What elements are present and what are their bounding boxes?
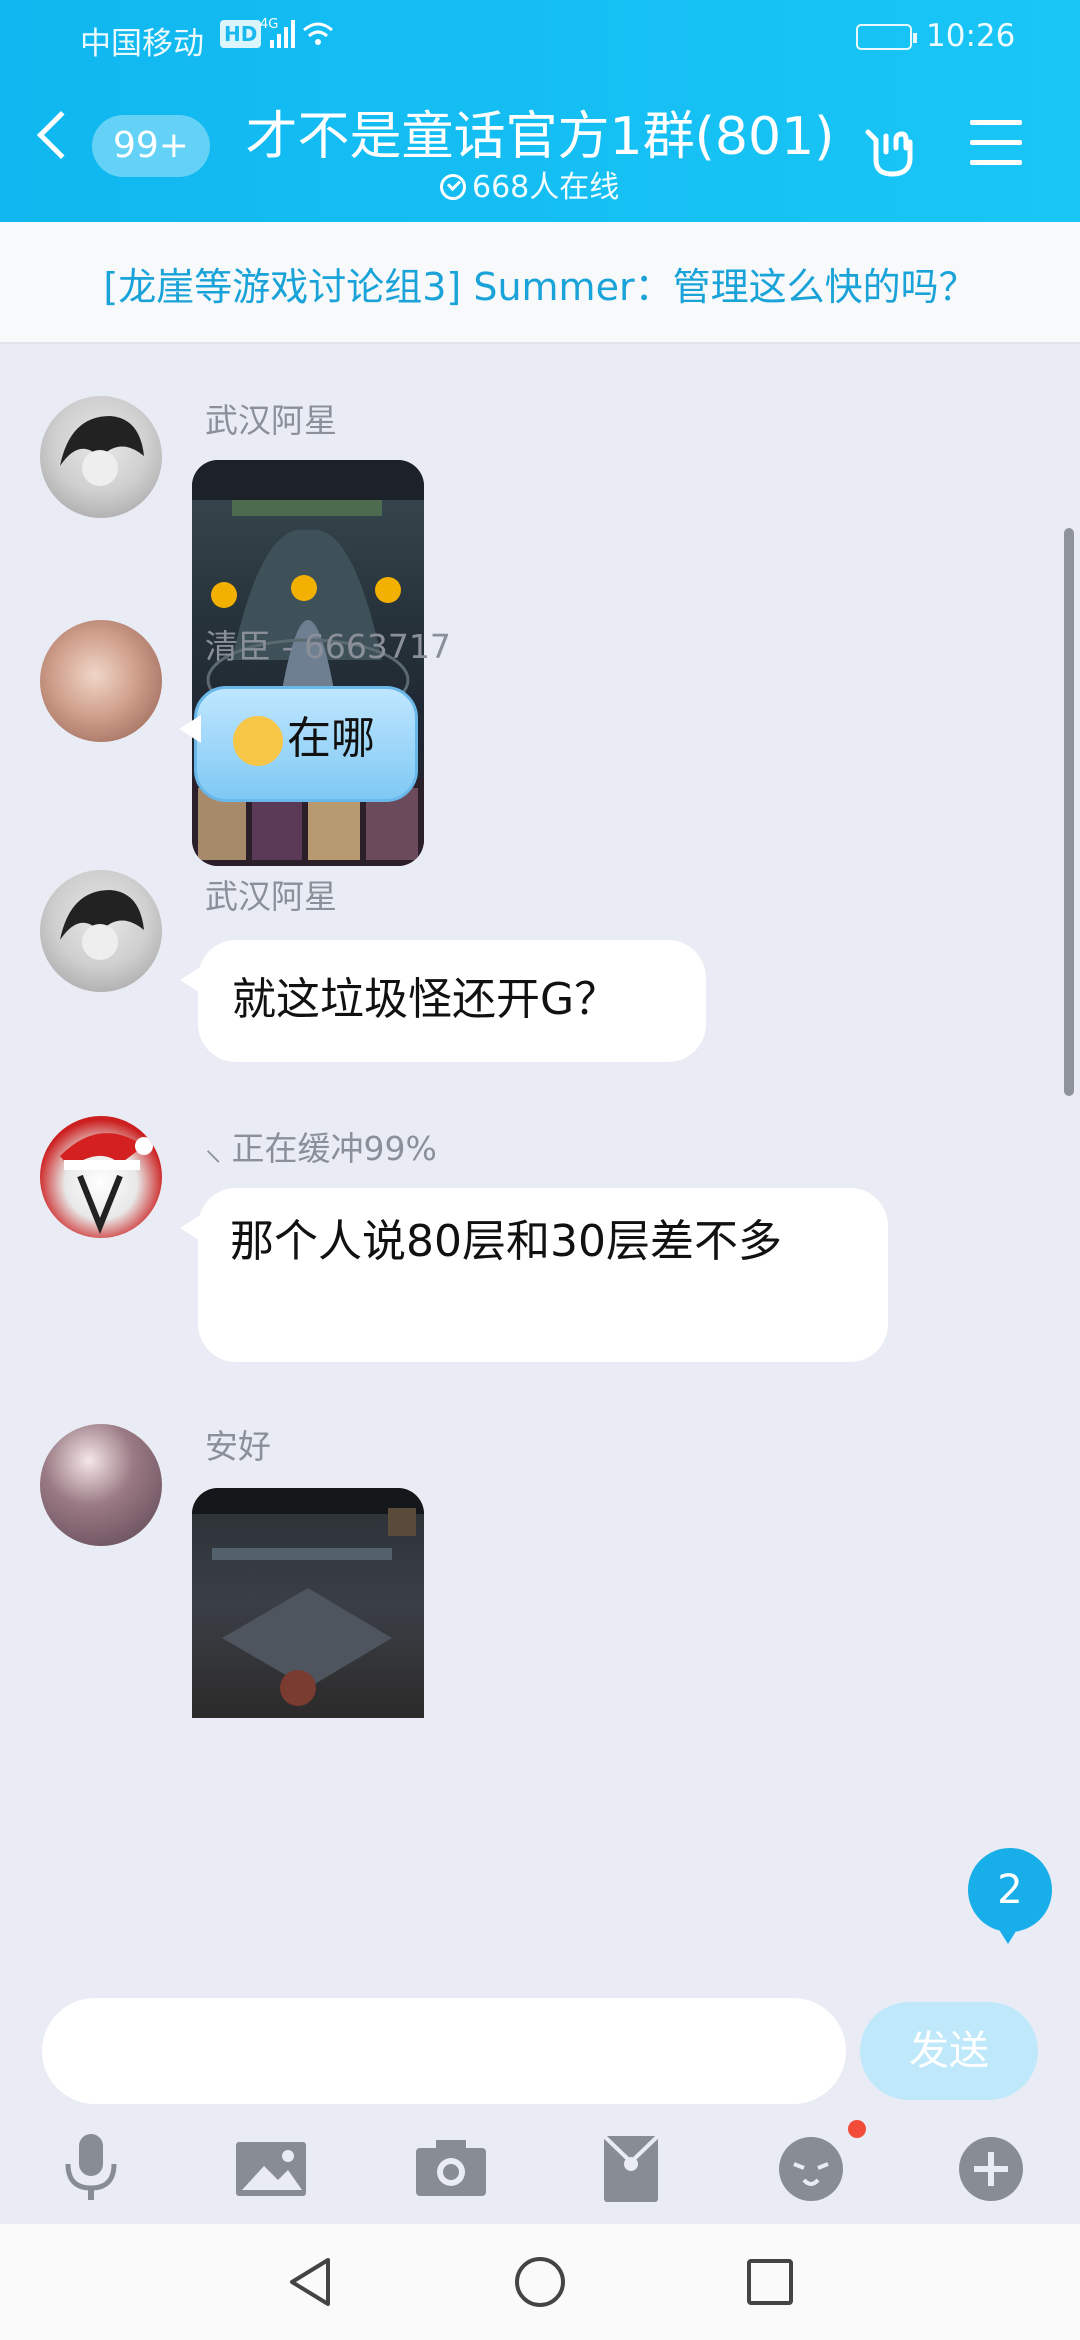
online-check-icon [440,174,466,200]
emoji-icon [233,716,283,766]
chat-header: 中国移动 HD 4G 10:26 99+ 才不是童话官方1群(801) 668人… [0,0,1080,222]
image-icon[interactable] [226,2124,316,2214]
message-bubble[interactable]: 就这垃圾怪还开G？ [180,940,706,1062]
level-icon: ⸜ [205,1129,222,1168]
sender-name: 武汉阿星 [205,877,337,916]
message-text: 那个人说80层和30层差不多 [230,1216,782,1267]
signal-icon: 4G [258,14,338,62]
system-nav-bar [0,2224,1080,2340]
network-label: 4G [260,17,278,32]
menu-icon[interactable] [970,120,1022,168]
camera-icon[interactable] [406,2124,496,2214]
avatar[interactable] [40,870,162,992]
notice-text: [龙崖等游戏讨论组3] Summer：管理这么快的吗？ [103,265,977,309]
image-message[interactable] [192,1488,424,1718]
back-nav-icon[interactable] [280,2252,340,2312]
input-toolbar [0,2124,1080,2224]
home-nav-icon[interactable] [510,2252,570,2312]
plus-icon[interactable] [946,2124,1036,2214]
battery-icon [856,24,917,50]
message-text: 在哪 [287,713,375,764]
online-count-label: 668人在线 [472,170,620,205]
message-text: 就这垃圾怪还开G？ [232,974,619,1025]
sender-name: 武汉阿星 [205,401,337,440]
hd-badge: HD [220,20,262,48]
clock: 10:26 [926,18,1016,54]
hand-gesture-icon[interactable] [862,118,924,180]
sender-name: 清臣 - 6663717 [205,627,451,666]
sender-name: ⸜ 正在缓冲99% [205,1129,437,1168]
message-bubble[interactable]: 那个人说80层和30层差不多 [180,1188,888,1362]
sender-name: 安好 [205,1427,271,1466]
new-message-badge[interactable]: 2 [968,1848,1052,1944]
message-list[interactable]: 武汉阿星 清臣 - 6663717 在哪 武汉阿星 就这垃圾怪还开G？ ⸜ 正在… [0,346,1080,1976]
group-notice-bar[interactable]: [龙崖等游戏讨论组3] Summer：管理这么快的吗？ [0,222,1080,344]
carrier-label: 中国移动 [80,26,204,62]
red-packet-icon[interactable] [586,2124,676,2214]
online-count: 668人在线 [440,162,619,206]
microphone-icon[interactable] [46,2124,136,2214]
composer: 发送 [0,1974,1080,2224]
group-title[interactable]: 才不是童话官方1群(801) [180,94,900,169]
emoji-icon[interactable] [766,2124,856,2214]
scrollbar[interactable] [1064,528,1074,1096]
status-bar: 中国移动 HD 4G 10:26 [0,14,1080,62]
notification-dot [848,2120,866,2138]
avatar[interactable] [40,1116,162,1238]
message-input[interactable] [42,1998,846,2104]
back-icon[interactable] [36,110,86,160]
message-bubble[interactable]: 在哪 [179,686,418,802]
send-button[interactable]: 发送 [860,2002,1038,2100]
avatar[interactable] [40,1424,162,1546]
avatar[interactable] [40,396,162,518]
avatar[interactable] [40,620,162,742]
recents-nav-icon[interactable] [740,2252,800,2312]
